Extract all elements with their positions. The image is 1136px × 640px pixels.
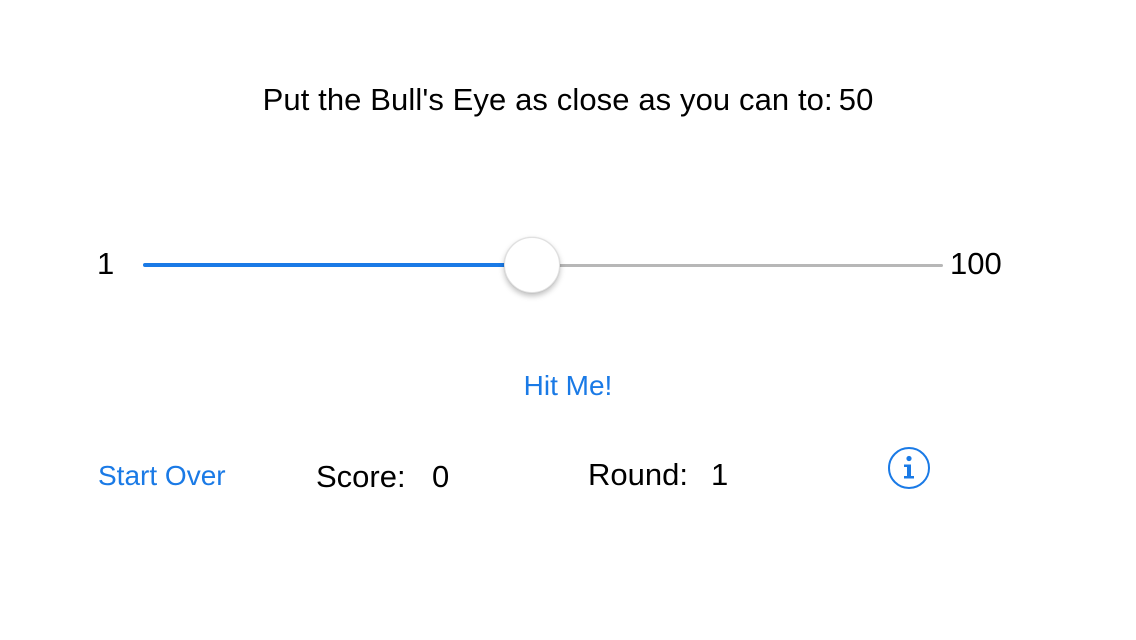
start-over-button[interactable]: Start Over	[98, 456, 226, 496]
slider-thumb[interactable]	[504, 237, 560, 293]
slider-track-filled[interactable]	[143, 263, 532, 267]
round-label: Round:	[588, 457, 688, 492]
target-prompt-label: Put the Bull's Eye as close as you can t…	[262, 82, 833, 117]
slider-track-unfilled[interactable]	[532, 264, 943, 267]
target-value: 50	[838, 82, 874, 117]
bullseye-slider[interactable]	[143, 235, 943, 295]
info-icon	[888, 447, 930, 489]
slider-max-label: 100	[950, 246, 1002, 281]
score-value: 0	[432, 459, 450, 494]
round-value: 1	[711, 457, 729, 492]
score-label: Score:	[316, 459, 406, 494]
slider-min-label: 1	[97, 246, 115, 281]
info-button[interactable]	[887, 446, 931, 490]
hit-me-button[interactable]: Hit Me!	[488, 364, 648, 408]
target-prompt-row: Put the Bull's Eye as close as you can t…	[0, 80, 1136, 120]
